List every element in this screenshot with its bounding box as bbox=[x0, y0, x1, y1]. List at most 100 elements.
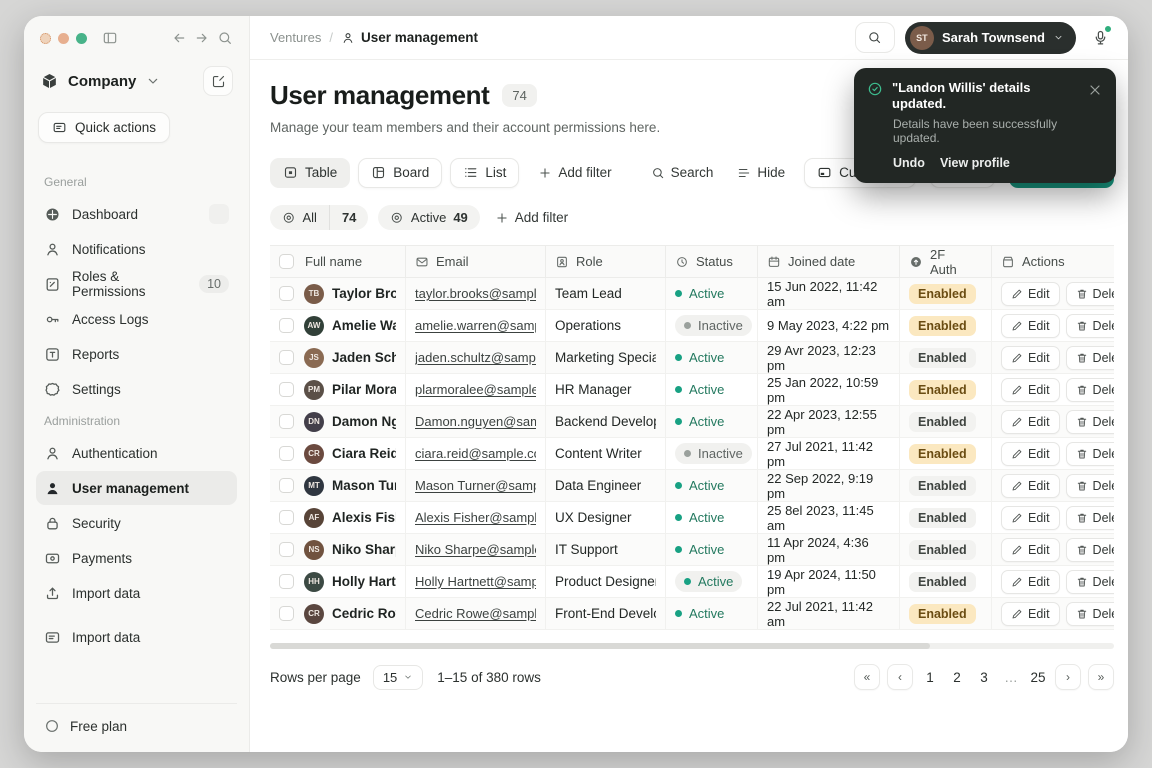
page-button[interactable]: « bbox=[854, 664, 880, 690]
user-email-link[interactable]: Holly Hartnett@sample.com bbox=[415, 574, 536, 589]
column-header-email[interactable]: Email bbox=[406, 246, 546, 277]
edit-button[interactable]: Edit bbox=[1001, 569, 1060, 594]
page-number[interactable]: 2 bbox=[947, 670, 967, 685]
search-button[interactable]: Search bbox=[646, 165, 719, 180]
close-icon[interactable] bbox=[1087, 82, 1103, 98]
quick-actions-button[interactable]: Quick actions bbox=[38, 112, 171, 143]
sidebar-item-import-data[interactable]: Import data bbox=[36, 620, 237, 654]
undo-button[interactable]: Undo bbox=[893, 156, 925, 170]
add-filter-chip-button[interactable]: Add filter bbox=[490, 210, 573, 225]
column-header-role[interactable]: Role bbox=[546, 246, 666, 277]
page-number[interactable]: 25 bbox=[1028, 670, 1048, 685]
breadcrumb-current[interactable]: User management bbox=[341, 30, 478, 45]
user-email-link[interactable]: Cedric Rowe@sample.com bbox=[415, 606, 536, 621]
edit-button[interactable]: Edit bbox=[1001, 409, 1060, 434]
window-dot-2[interactable] bbox=[58, 32, 69, 44]
sidebar-item-security[interactable]: Security bbox=[36, 506, 237, 540]
view-list-button[interactable]: List bbox=[450, 157, 520, 188]
row-checkbox[interactable] bbox=[279, 510, 294, 525]
sidebar-item-reports[interactable]: Reports bbox=[36, 337, 237, 371]
edit-button[interactable]: Edit bbox=[1001, 281, 1060, 306]
horizontal-scrollbar-thumb[interactable] bbox=[270, 643, 930, 649]
row-checkbox[interactable] bbox=[279, 574, 294, 589]
user-email-link[interactable]: amelie.warren@sample.com bbox=[415, 318, 536, 333]
search-icon[interactable] bbox=[217, 30, 233, 46]
delete-button[interactable]: Delete bbox=[1065, 473, 1114, 498]
row-checkbox[interactable] bbox=[279, 446, 294, 461]
column-header-full-name[interactable]: Full name bbox=[270, 246, 406, 277]
sidebar-item-user-management[interactable]: User management bbox=[36, 471, 237, 505]
user-email-link[interactable]: Mason Turner@sample.com bbox=[415, 478, 536, 493]
row-checkbox[interactable] bbox=[279, 350, 294, 365]
window-dot-1[interactable] bbox=[40, 32, 51, 44]
page-button[interactable]: › bbox=[1055, 664, 1081, 690]
breadcrumb-parent[interactable]: Ventures bbox=[270, 30, 321, 45]
announcements-button[interactable] bbox=[1086, 24, 1114, 52]
sidebar-item-dashboard[interactable]: Dashboard bbox=[36, 197, 237, 231]
delete-button[interactable]: Delete bbox=[1065, 409, 1114, 434]
user-email-link[interactable]: plarmoralee@sample.com bbox=[415, 382, 536, 397]
row-checkbox[interactable] bbox=[279, 542, 294, 557]
user-menu[interactable]: ST Sarah Townsend bbox=[904, 21, 1076, 54]
edit-button[interactable]: Edit bbox=[1001, 505, 1060, 530]
user-email-link[interactable]: Alexis Fisher@sample.com bbox=[415, 510, 536, 525]
page-number[interactable]: 3 bbox=[974, 670, 994, 685]
compose-button[interactable] bbox=[203, 66, 233, 96]
forward-arrow-icon[interactable] bbox=[194, 30, 210, 46]
page-number[interactable]: 1 bbox=[920, 670, 940, 685]
edit-button[interactable]: Edit bbox=[1001, 601, 1060, 626]
plan-row[interactable]: Free plan bbox=[36, 703, 237, 752]
column-header-2f-auth[interactable]: 2F Auth bbox=[900, 246, 992, 277]
row-checkbox[interactable] bbox=[279, 318, 294, 333]
view-table-button[interactable]: Table bbox=[270, 157, 351, 188]
delete-button[interactable]: Delete bbox=[1065, 505, 1114, 530]
select-all-checkbox[interactable] bbox=[279, 254, 294, 269]
edit-button[interactable]: Edit bbox=[1001, 377, 1060, 402]
sidebar-item-notifications[interactable]: Notifications bbox=[36, 232, 237, 266]
edit-button[interactable]: Edit bbox=[1001, 473, 1060, 498]
column-header-actions[interactable]: Actions bbox=[992, 246, 1114, 277]
sidebar-item-roles-permissions[interactable]: Roles & Permissions 10 bbox=[36, 267, 237, 301]
edit-button[interactable]: Edit bbox=[1001, 313, 1060, 338]
topbar-search-button[interactable] bbox=[854, 22, 895, 53]
horizontal-scrollbar-track[interactable] bbox=[270, 643, 1114, 649]
hide-button[interactable]: Hide bbox=[732, 165, 790, 180]
row-checkbox[interactable] bbox=[279, 286, 294, 301]
user-email-link[interactable]: jaden.schultz@sample.com bbox=[415, 350, 536, 365]
sidebar-item-payments[interactable]: Payments bbox=[36, 541, 237, 575]
column-header-status[interactable]: Status bbox=[666, 246, 758, 277]
edit-button[interactable]: Edit bbox=[1001, 345, 1060, 370]
delete-button[interactable]: Delete bbox=[1065, 281, 1114, 306]
filter-chip-all[interactable]: All 74 bbox=[270, 205, 369, 230]
delete-button[interactable]: Delete bbox=[1065, 313, 1114, 338]
sidebar-toggle-icon[interactable] bbox=[102, 30, 118, 46]
delete-button[interactable]: Delete bbox=[1065, 441, 1114, 466]
sidebar-item-authentication[interactable]: Authentication bbox=[36, 436, 237, 470]
view-profile-button[interactable]: View profile bbox=[940, 156, 1010, 170]
rows-per-page-select[interactable]: 15 bbox=[372, 664, 424, 690]
view-board-button[interactable]: Board bbox=[358, 157, 443, 188]
page-button[interactable]: » bbox=[1088, 664, 1114, 690]
edit-button[interactable]: Edit bbox=[1001, 537, 1060, 562]
user-email-link[interactable]: taylor.brooks@sample.com bbox=[415, 286, 536, 301]
user-email-link[interactable]: Damon.nguyen@sample.com bbox=[415, 414, 536, 429]
delete-button[interactable]: Delete bbox=[1065, 569, 1114, 594]
back-arrow-icon[interactable] bbox=[171, 30, 187, 46]
sidebar-item-settings[interactable]: Settings bbox=[36, 372, 237, 406]
row-checkbox[interactable] bbox=[279, 606, 294, 621]
company-switcher[interactable]: Company bbox=[36, 66, 237, 96]
sidebar-item-import-data[interactable]: Import data bbox=[36, 576, 237, 610]
delete-button[interactable]: Delete bbox=[1065, 537, 1114, 562]
page-button[interactable]: ‹ bbox=[887, 664, 913, 690]
user-email-link[interactable]: Niko Sharpe@sample.com bbox=[415, 542, 536, 557]
filter-chip-active[interactable]: Active 49 bbox=[378, 205, 480, 230]
row-checkbox[interactable] bbox=[279, 382, 294, 397]
column-header-joined-date[interactable]: Joined date bbox=[758, 246, 900, 277]
delete-button[interactable]: Delete bbox=[1065, 345, 1114, 370]
window-dot-3[interactable] bbox=[76, 32, 87, 44]
delete-button[interactable]: Delete bbox=[1065, 377, 1114, 402]
delete-button[interactable]: Delete bbox=[1065, 601, 1114, 626]
sidebar-item-access-logs[interactable]: Access Logs bbox=[36, 302, 237, 336]
add-filter-button[interactable]: Add filter bbox=[533, 165, 616, 180]
user-email-link[interactable]: ciara.reid@sample.com bbox=[415, 446, 536, 461]
